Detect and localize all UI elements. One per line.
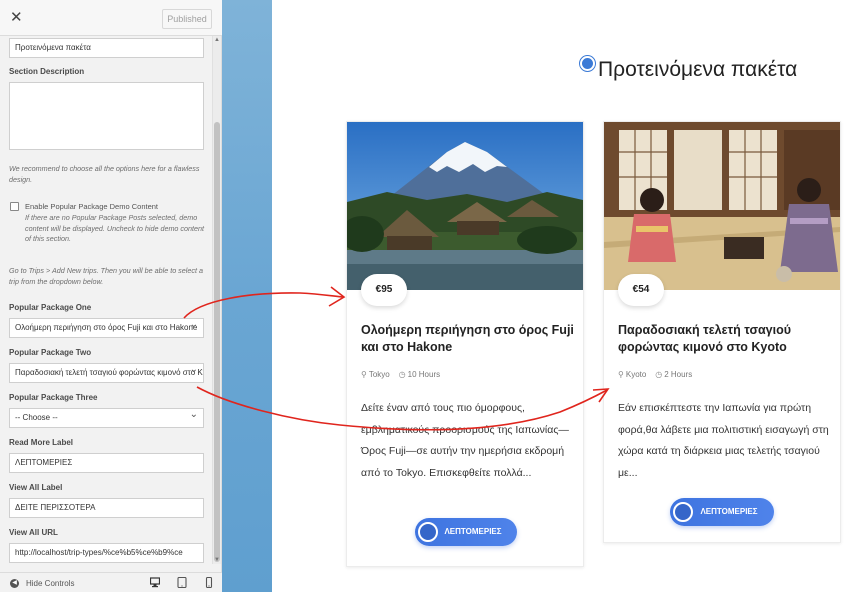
card-description: Εάν επισκέπτεστε την Ιαπωνία για πρώτη φ… — [618, 402, 829, 479]
edit-pencil-icon[interactable] — [418, 522, 438, 542]
section-title-input[interactable]: Προτεινόμενα πακέτα — [9, 38, 204, 58]
card-meta: ⚲ Tokyo ◷ 10 Hours — [361, 370, 440, 379]
hide-controls-icon[interactable]: ◀ — [10, 579, 19, 588]
panel-scrollbar[interactable]: ▲ ▼ — [212, 36, 221, 564]
preview-background-strip — [222, 0, 272, 592]
published-button[interactable]: Published — [162, 9, 212, 29]
view-all-url-label: View All URL — [9, 528, 58, 537]
read-more-button[interactable]: ΛΕΠΤΟΜΕΡΙΕΣ — [670, 498, 774, 526]
package-three-select[interactable]: -- Choose -- — [9, 408, 204, 428]
demo-content-checkbox[interactable] — [10, 202, 19, 211]
panel-scroll-area[interactable]: Προτεινόμενα πακέτα Section Description … — [0, 36, 212, 564]
read-more-label: Read More Label — [9, 438, 74, 447]
read-more-input[interactable]: ΛΕΠΤΟΜΕΡΙΕΣ — [9, 453, 204, 473]
card-title[interactable]: Ολοήμερη περιήγηση στο όρος Fuji και στο… — [361, 322, 576, 356]
section-description-textarea[interactable] — [9, 82, 204, 150]
view-all-input[interactable]: ΔΕΙΤΕ ΠΕΡΙΣΣΟΤΕΡΑ — [9, 498, 204, 518]
arrow-head-one — [328, 286, 346, 307]
package-three-label: Popular Package Three — [9, 393, 98, 402]
clock-icon: ◷ — [398, 370, 406, 379]
location-pin-icon: ⚲ — [361, 370, 367, 379]
section-heading: Προτεινόμενα πακέτα — [580, 56, 798, 82]
scroll-down-icon[interactable]: ▼ — [214, 557, 220, 563]
card-duration: 10 Hours — [407, 370, 441, 379]
desktop-preview-icon[interactable] — [150, 577, 160, 588]
clock-icon: ◷ — [655, 370, 663, 379]
tea-ceremony-photo[interactable] — [604, 122, 840, 290]
card-description: Δείτε έναν από τους πιο όμορφους, εμβλημ… — [361, 402, 569, 479]
section-description-label: Section Description — [9, 67, 85, 76]
view-all-url-input[interactable]: http://localhost/trip-types/%ce%b5%ce%b9… — [9, 543, 204, 563]
customizer-panel: ✕ Published Προτεινόμενα πακέτα Section … — [0, 0, 222, 592]
recommend-note: We recommend to choose all the options h… — [9, 164, 200, 184]
demo-content-note: If there are no Popular Package Posts se… — [25, 213, 204, 243]
read-more-button-label: ΛΕΠΤΟΜΕΡΙΕΣ — [444, 527, 502, 536]
location-pin-icon: ⚲ — [618, 370, 624, 379]
package-card: €54 Παραδοσιακή τελετή τσαγιού φορώντας … — [603, 121, 841, 543]
package-card: €95 Ολοήμερη περιήγηση στο όρος Fuji και… — [346, 121, 584, 567]
card-duration: 2 Hours — [664, 370, 693, 379]
price-badge: €95 — [361, 274, 407, 306]
read-more-button[interactable]: ΛΕΠΤΟΜΕΡΙΕΣ — [415, 518, 517, 546]
panel-footer: ◀ Hide Controls — [0, 572, 222, 592]
edit-pencil-icon[interactable] — [673, 502, 693, 522]
scroll-thumb[interactable] — [214, 122, 220, 562]
card-location: Tokyo — [368, 370, 390, 379]
edit-pencil-icon[interactable] — [580, 56, 595, 71]
card-title[interactable]: Παραδοσιακή τελετή τσαγιού φορώντας κιμο… — [618, 322, 833, 356]
package-two-label: Popular Package Two — [9, 348, 92, 357]
scroll-up-icon[interactable]: ▲ — [214, 37, 220, 43]
card-meta: ⚲ Kyoto ◷ 2 Hours — [618, 370, 692, 379]
panel-header: ✕ Published — [0, 0, 222, 36]
price-badge: €54 — [618, 274, 664, 306]
read-more-button-label: ΛΕΠΤΟΜΕΡΙΕΣ — [700, 507, 758, 516]
section-heading-text: Προτεινόμενα πακέτα — [598, 58, 798, 81]
package-one-label: Popular Package One — [9, 303, 92, 312]
mount-fuji-photo[interactable] — [347, 122, 583, 290]
package-one-select[interactable]: Ολοήμερη περιήγηση στο όρος Fuji και στο… — [9, 318, 204, 338]
mobile-preview-icon[interactable] — [204, 577, 214, 588]
package-two-select[interactable]: Παραδοσιακή τελετή τσαγιού φορώντας κιμο… — [9, 363, 204, 383]
demo-content-label: Enable Popular Package Demo Content — [25, 202, 159, 211]
card-location: Kyoto — [625, 370, 647, 379]
hide-controls-button[interactable]: Hide Controls — [26, 579, 74, 588]
tablet-preview-icon[interactable] — [177, 577, 187, 588]
close-icon[interactable]: ✕ — [10, 8, 23, 26]
view-all-label: View All Label — [9, 483, 63, 492]
trips-note: Go to Trips > Add New trips. Then you wi… — [9, 266, 203, 286]
